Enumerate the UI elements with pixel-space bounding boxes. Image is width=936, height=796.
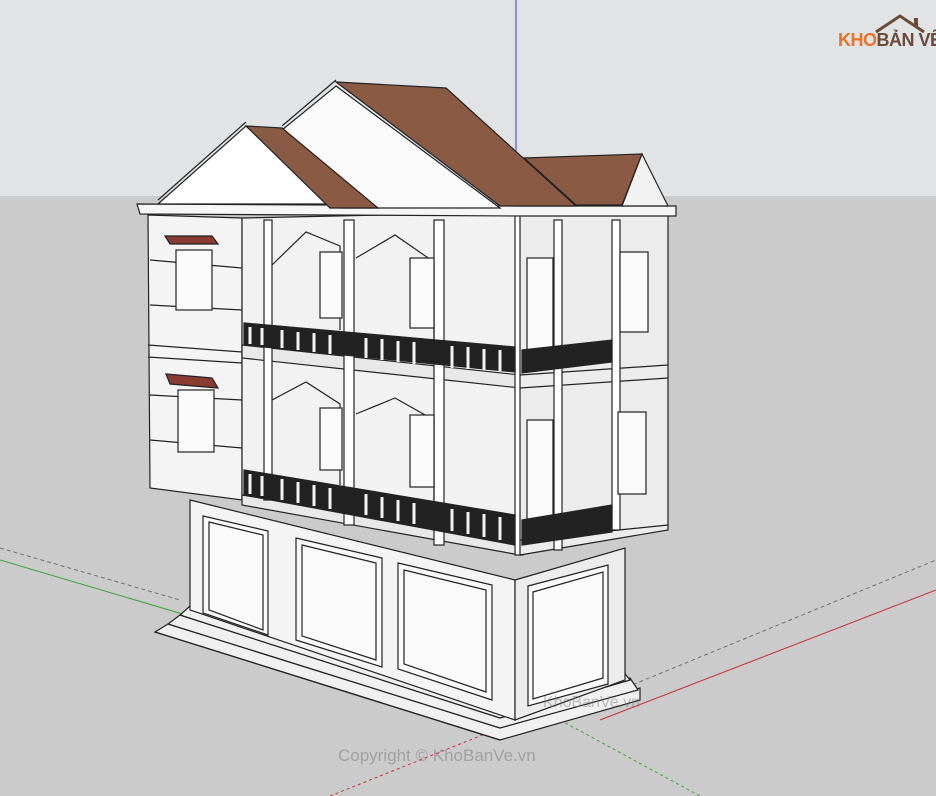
watermark-bottom: Copyright © KhoBanVe.vn — [338, 746, 536, 765]
window — [175, 249, 213, 311]
logo-text: KHOBẢN VẼ — [838, 30, 936, 51]
window — [177, 389, 215, 453]
shutter-door — [527, 564, 609, 707]
window — [619, 251, 649, 333]
sketchup-viewport[interactable]: KHOBẢN VẼ KhoBanVe.vn Copyright © KhoBan… — [0, 0, 936, 796]
window — [526, 257, 554, 359]
watermark-center: KhoBanVe.vn — [543, 694, 640, 711]
awning — [163, 235, 220, 245]
logo: KHOBẢN VẼ — [838, 14, 936, 54]
window — [526, 419, 554, 521]
logo-part2: BẢN VẼ — [876, 30, 936, 50]
logo-part1: KHO — [838, 30, 877, 50]
model-scene[interactable] — [0, 0, 936, 796]
window — [617, 411, 647, 495]
